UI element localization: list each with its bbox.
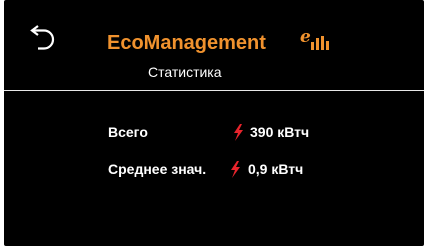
energy-meter-icon: e bbox=[300, 27, 334, 54]
app-title: EcoManagement bbox=[107, 32, 266, 54]
logo-letter: e bbox=[300, 27, 311, 47]
back-arrow-icon bbox=[30, 25, 55, 50]
header-divider bbox=[4, 90, 424, 91]
back-button[interactable] bbox=[30, 20, 70, 52]
lightning-bolt-icon bbox=[234, 124, 243, 141]
display-screen: EcoManagement e Статистика Всего 390 кВт… bbox=[4, 0, 424, 246]
lightning-bolt-icon bbox=[231, 161, 240, 178]
bar-chart-icon bbox=[311, 36, 329, 50]
stat-label-total: Всего bbox=[108, 124, 148, 140]
stat-label-average: Среднее знач. bbox=[108, 161, 207, 177]
stat-value-total: 390 кВтч bbox=[250, 124, 310, 140]
page-subtitle: Статистика bbox=[148, 64, 222, 80]
stat-value-average: 0,9 кВтч bbox=[248, 161, 304, 177]
